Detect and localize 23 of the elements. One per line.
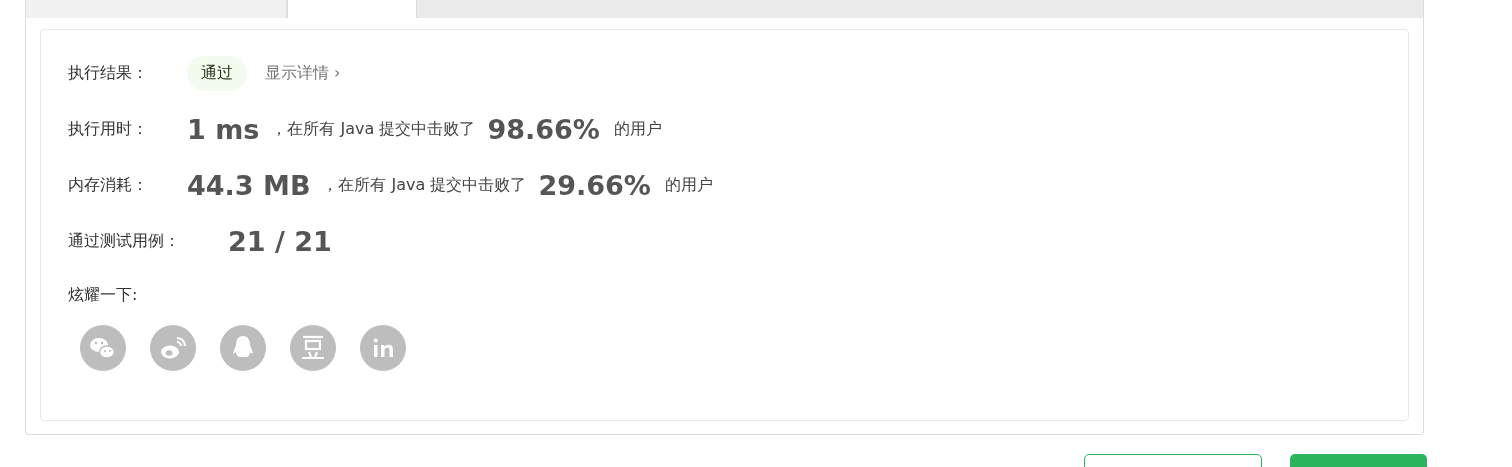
- stat-text: ，在所有 Java 提交中击败了: [271, 118, 476, 140]
- stat-text: 的用户: [613, 118, 662, 140]
- test-cases-value: 21 / 21: [228, 225, 332, 257]
- stat-label: 内存消耗：: [68, 174, 149, 196]
- status-badge: 通过: [187, 55, 247, 91]
- weibo-icon[interactable]: [150, 325, 196, 371]
- stat-value: 1 ms: [187, 113, 260, 145]
- stat-text: ，在所有 Java 提交中击败了: [322, 174, 527, 196]
- test-cases-label: 通过测试用例：: [68, 230, 181, 252]
- tab[interactable]: [26, 0, 287, 18]
- tab[interactable]: [287, 0, 417, 18]
- linkedin-icon[interactable]: [360, 325, 406, 371]
- stat-text: 的用户: [664, 174, 713, 196]
- share-label: 炫耀一下:: [68, 285, 139, 306]
- percent-value: 98.66%: [487, 113, 600, 145]
- stat-label: 执行用时：: [68, 118, 149, 140]
- result-label: 执行结果：: [68, 62, 149, 84]
- douban-icon[interactable]: [290, 325, 336, 371]
- stat-value: 44.3 MB: [187, 169, 311, 201]
- details-link[interactable]: 显示详情 ›: [265, 62, 341, 84]
- penguin-icon[interactable]: [220, 325, 266, 371]
- percent-value: 29.66%: [538, 169, 651, 201]
- wechat-icon[interactable]: [80, 325, 126, 371]
